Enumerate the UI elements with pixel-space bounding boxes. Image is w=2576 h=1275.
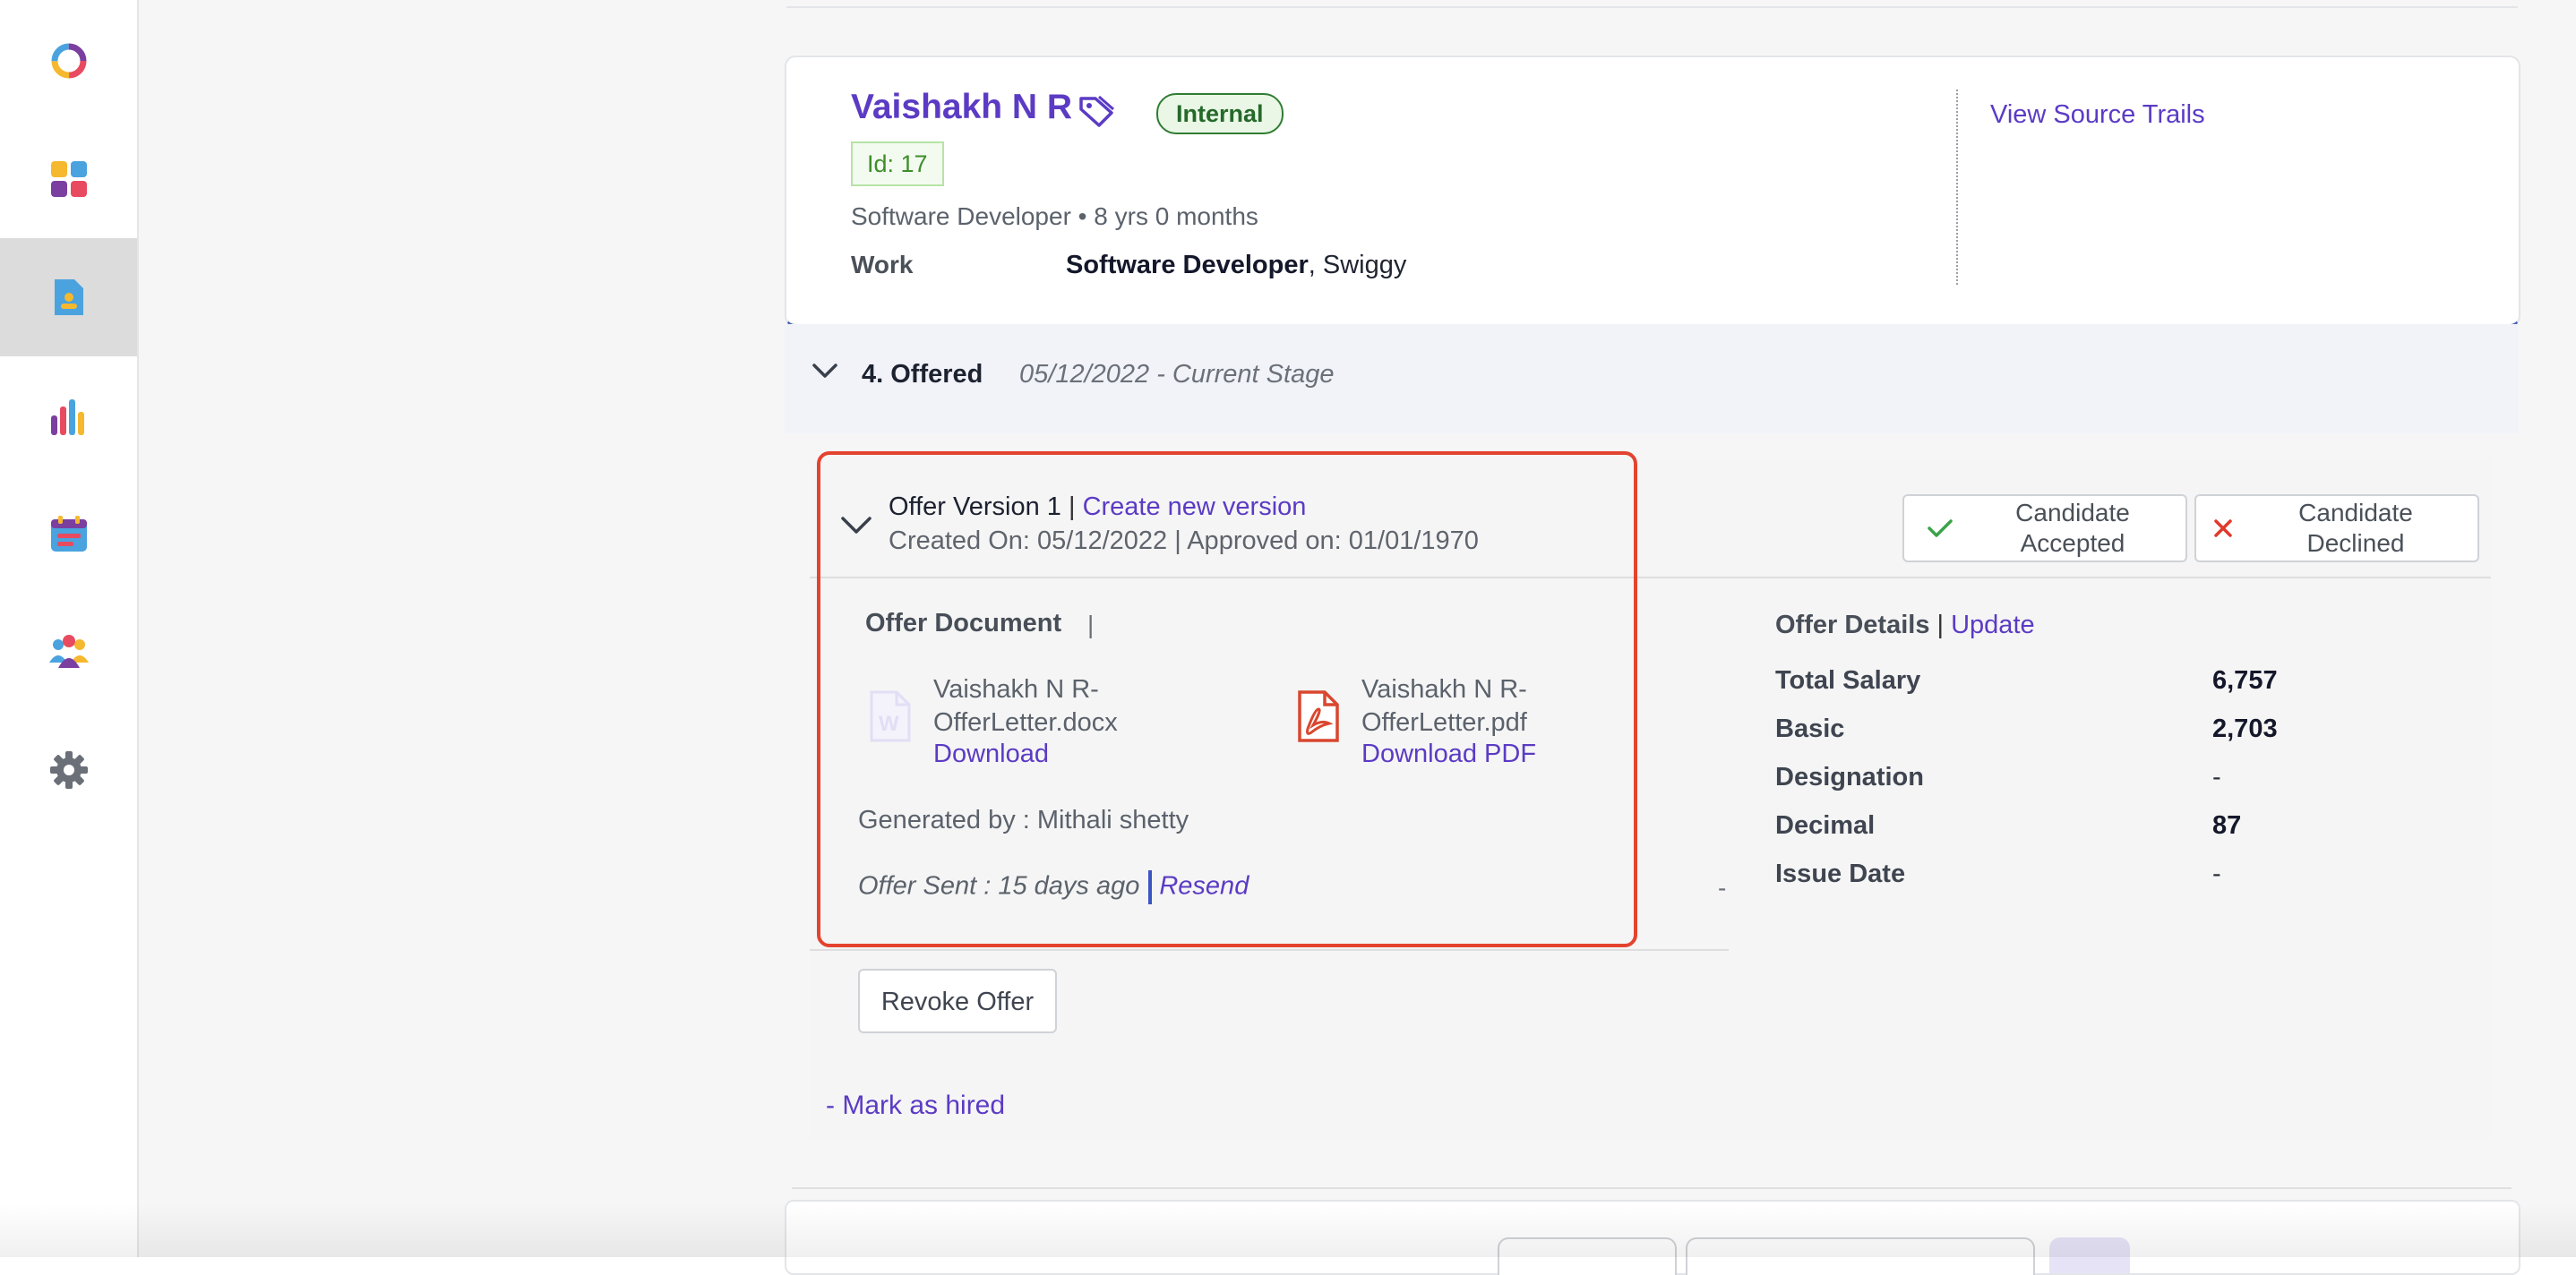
- revoke-offer-button[interactable]: Revoke Offer: [858, 969, 1057, 1033]
- download-pdf-link[interactable]: Download PDF: [1361, 740, 1536, 769]
- view-source-trails-link[interactable]: View Source Trails: [1990, 100, 2205, 130]
- offer-sent-status: Offer Sent : 15 days ago Resend: [858, 870, 1249, 904]
- candidate-subtitle: Software Developer • 8 yrs 0 months: [851, 202, 1258, 230]
- divider: [792, 1187, 2512, 1189]
- separator: |: [1060, 492, 1083, 521]
- offer-details-heading: Offer Details | Update: [1775, 611, 2035, 640]
- candidate-name[interactable]: Vaishakh N R: [851, 88, 1072, 127]
- offer-dates: Created On: 05/12/2022 | Approved on: 01…: [889, 526, 1479, 555]
- detail-row-decimal: Decimal 87: [1775, 811, 2456, 847]
- work-detail: Software Developer, Swiggy: [1066, 251, 1406, 280]
- detail-row-designation: Designation -: [1775, 763, 2456, 799]
- detail-key: Issue Date: [1775, 860, 1906, 888]
- details-title: Offer Details: [1775, 611, 1930, 639]
- dashboard-grid-icon[interactable]: [0, 120, 137, 238]
- offer-panel: Offer Version 1 | Create new version Cre…: [810, 460, 2491, 1139]
- partial-button[interactable]: [1686, 1237, 2035, 1275]
- next-section-card: [785, 1200, 2520, 1275]
- placeholder-dash: -: [1718, 874, 1727, 902]
- svg-text:W: W: [879, 712, 899, 736]
- candidate-card: Vaishakh N R Internal Id: 17 Software De…: [785, 56, 2520, 327]
- partial-button[interactable]: [1498, 1237, 1677, 1275]
- detail-row-basic: Basic 2,703: [1775, 715, 2456, 750]
- stage-date: 05/12/2022 - Current Stage: [1019, 360, 1335, 389]
- detail-key: Basic: [1775, 715, 1845, 743]
- file-name: Vaishakh N R-OfferLetter.docx: [933, 675, 1118, 737]
- detail-key: Total Salary: [1775, 666, 1921, 695]
- close-icon: [2196, 518, 2250, 538]
- detail-key: Decimal: [1775, 811, 1876, 840]
- stage-title: 4. Offered: [862, 360, 983, 389]
- button-label: Candidate Declined: [2298, 499, 2413, 557]
- offer-version-title: Offer Version 1 | Create new version: [889, 492, 1306, 522]
- team-icon[interactable]: [0, 593, 137, 711]
- button-label: Candidate Accepted: [2015, 499, 2130, 557]
- separator: |: [1087, 611, 1095, 638]
- detail-value: -: [2212, 860, 2221, 888]
- mark-as-hired-link[interactable]: - Mark as hired: [826, 1091, 1005, 1121]
- card-divider: [1956, 90, 1958, 285]
- divider: [1148, 870, 1153, 904]
- resend-link[interactable]: Resend: [1159, 872, 1249, 901]
- reports-bar-chart-icon[interactable]: [0, 358, 137, 476]
- divider: [786, 6, 2518, 8]
- separator: |: [1929, 611, 1952, 639]
- check-icon: [1904, 518, 1976, 539]
- pdf-document-icon: [1297, 689, 1340, 748]
- version-label: Offer Version 1: [889, 492, 1061, 521]
- chevron-down-icon[interactable]: [811, 362, 838, 384]
- settings-gear-icon[interactable]: [0, 711, 137, 829]
- internal-badge: Internal: [1156, 93, 1284, 134]
- logo-ring-icon[interactable]: [0, 2, 137, 120]
- detail-value: 2,703: [2212, 715, 2278, 743]
- detail-value: 87: [2212, 811, 2242, 840]
- generated-by: Generated by : Mithali shetty: [858, 806, 1189, 834]
- chevron-down-icon[interactable]: [840, 514, 872, 540]
- candidate-document-icon[interactable]: [0, 238, 137, 356]
- offer-version-row: Offer Version 1 | Create new version Cre…: [810, 460, 2491, 578]
- detail-value: -: [2212, 763, 2221, 792]
- sidebar: [0, 0, 139, 1257]
- calendar-icon[interactable]: [0, 475, 137, 593]
- candidate-declined-button[interactable]: Candidate Declined: [2194, 494, 2479, 562]
- file-name: Vaishakh N R-OfferLetter.pdf: [1361, 675, 1527, 737]
- tag-icon[interactable]: [1078, 93, 1117, 133]
- offer-document-heading: Offer Document: [865, 609, 1062, 638]
- detail-row-total-salary: Total Salary 6,757: [1775, 666, 2456, 702]
- create-new-version-link[interactable]: Create new version: [1083, 492, 1307, 521]
- id-badge: Id: 17: [851, 141, 944, 186]
- detail-row-issue-date: Issue Date -: [1775, 860, 2456, 895]
- stage-header[interactable]: 4. Offered 05/12/2022 - Current Stage: [785, 324, 2519, 433]
- update-link[interactable]: Update: [1951, 611, 2035, 639]
- detail-key: Designation: [1775, 763, 1924, 792]
- divider: [810, 949, 1729, 951]
- work-company: , Swiggy: [1308, 251, 1407, 279]
- download-link[interactable]: Download: [933, 740, 1049, 769]
- offer-sent-text: Offer Sent : 15 days ago: [858, 871, 1140, 901]
- work-role: Software Developer: [1066, 251, 1309, 279]
- detail-value: 6,757: [2212, 666, 2278, 695]
- candidate-accepted-button[interactable]: Candidate Accepted: [1902, 494, 2187, 562]
- work-label: Work: [851, 251, 914, 278]
- partial-button[interactable]: [2049, 1237, 2130, 1273]
- word-document-icon: W: [869, 689, 912, 748]
